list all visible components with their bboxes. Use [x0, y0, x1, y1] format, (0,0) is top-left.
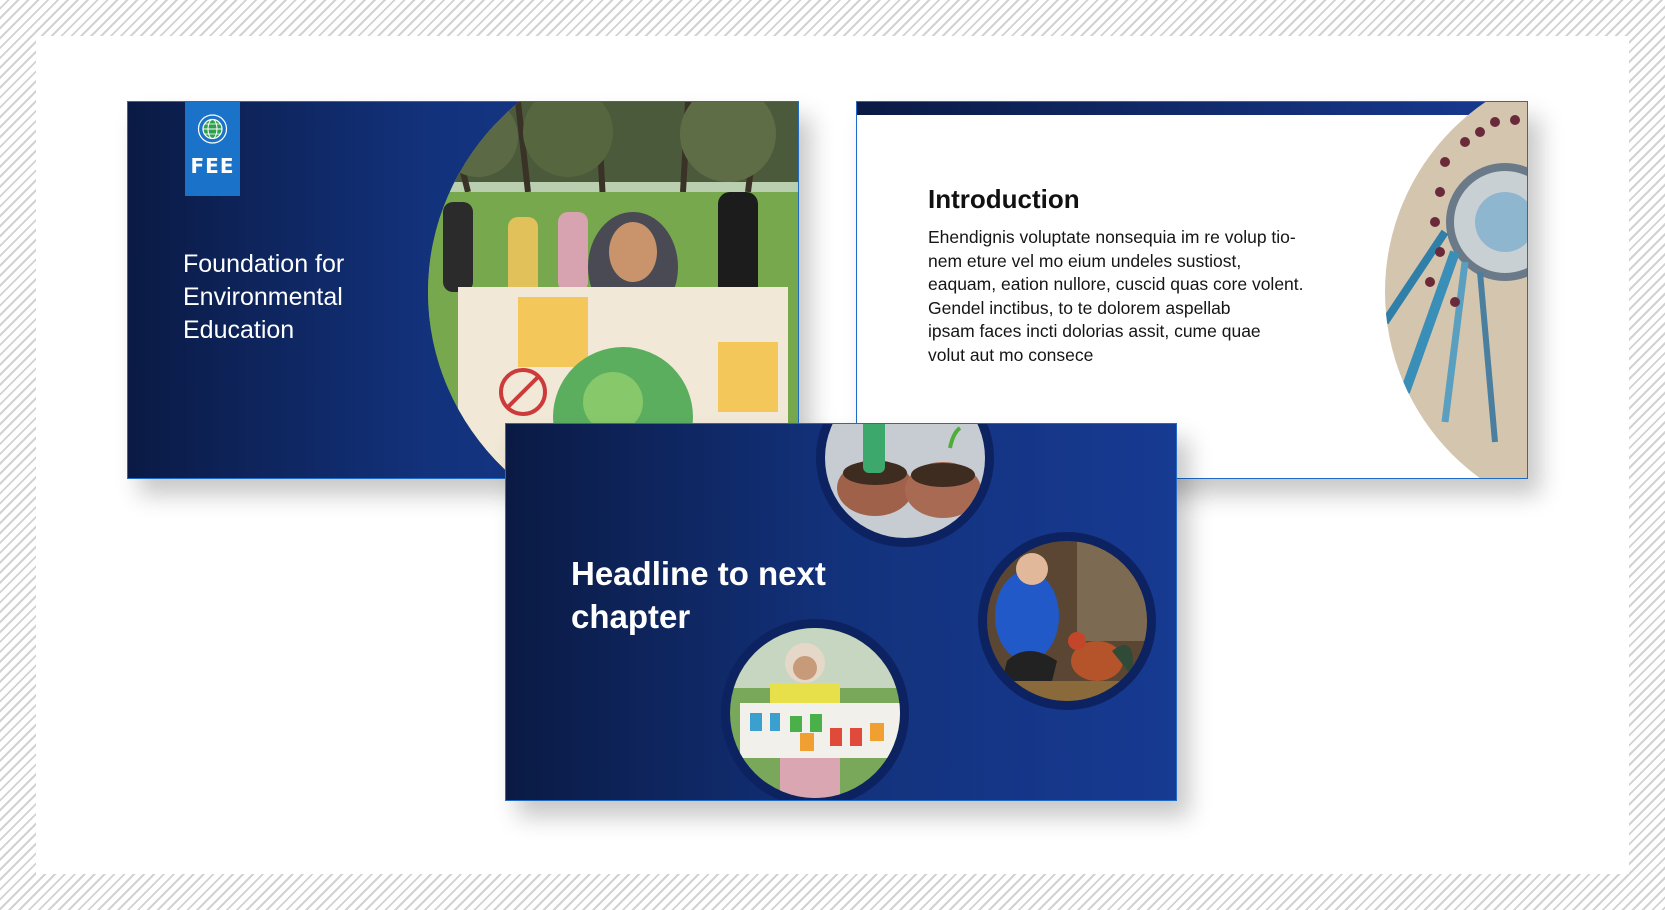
cover-title: Foundation for Environmental Education	[183, 250, 345, 344]
slide-top-bar	[857, 102, 1527, 115]
fee-logo: FEE	[185, 102, 240, 196]
introduction-heading: Introduction	[928, 184, 1080, 214]
hands-soil-image	[825, 424, 985, 538]
intro-photo	[1385, 102, 1527, 478]
logo-text: FEE	[190, 154, 235, 178]
photo-circle-soil	[816, 424, 994, 547]
photo-circle-rooster	[978, 532, 1156, 710]
aerial-art-image	[1385, 102, 1527, 478]
chapter-slide[interactable]: Headline to next chapter	[505, 423, 1177, 801]
photo-circle-banner	[721, 619, 909, 800]
introduction-body: Ehendignis voluptate nonsequia im re vol…	[928, 227, 1304, 365]
globe-icon	[197, 114, 228, 144]
child-rooster-image	[987, 541, 1147, 701]
litter-banner-image	[730, 628, 900, 798]
